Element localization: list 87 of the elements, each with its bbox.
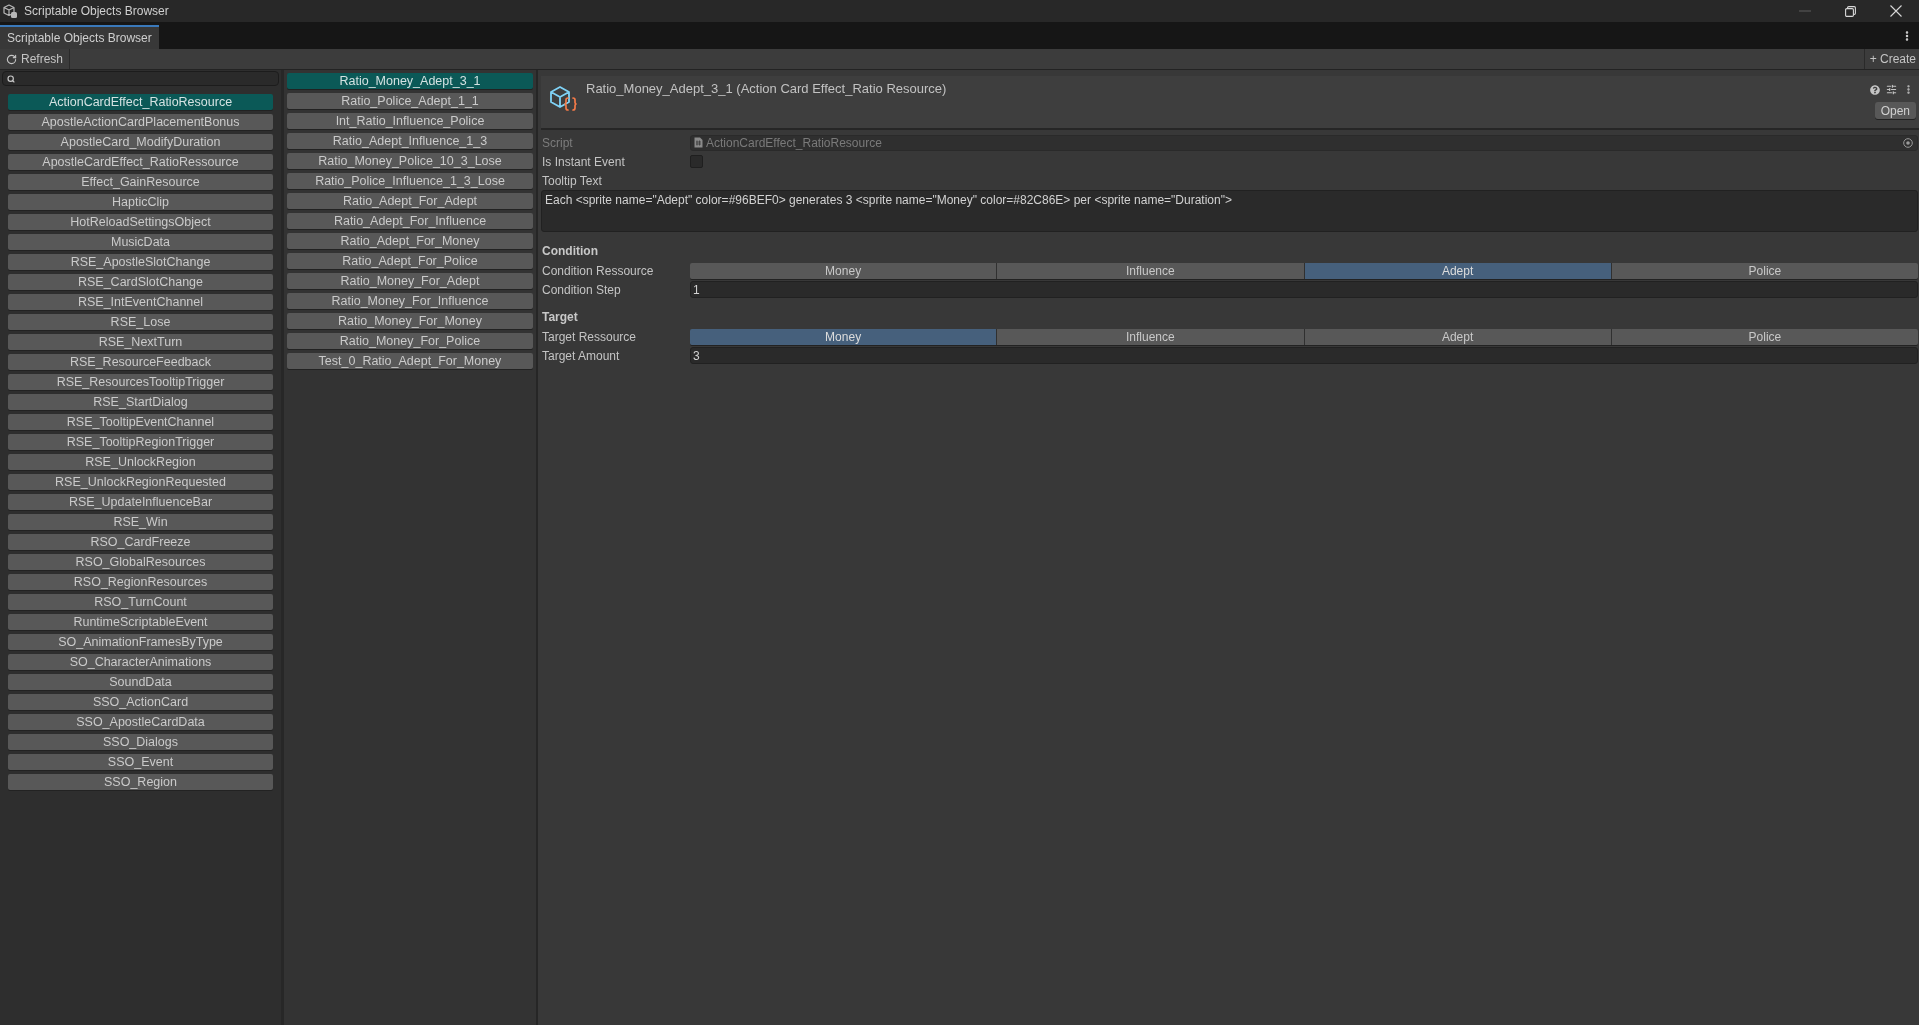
list-item[interactable]: Ratio_Adept_For_Influence [287, 213, 533, 229]
field-label: Is Instant Event [542, 155, 626, 168]
open-button[interactable]: Open [1874, 102, 1916, 119]
list-item[interactable]: Ratio_Adept_For_Adept [287, 193, 533, 209]
field-label: Target Ressource [542, 330, 638, 343]
list-item[interactable]: Ratio_Money_Police_10_3_Lose [287, 153, 533, 169]
cube-icon [3, 4, 17, 18]
list-item[interactable]: RSE_TooltipEventChannel [8, 414, 273, 430]
list-item[interactable]: RSE_StartDialog [8, 394, 273, 410]
sliders-icon[interactable] [1886, 84, 1897, 95]
list-item[interactable]: Effect_GainResource [8, 174, 273, 190]
list-item[interactable]: SSO_Region [8, 774, 273, 790]
list-item[interactable]: HotReloadSettingsObject [8, 214, 273, 230]
list-item[interactable]: RSO_CardFreeze [8, 534, 273, 550]
list-item[interactable]: RSE_ResourceFeedback [8, 354, 273, 370]
list-item[interactable]: ApostleCardEffect_RatioRessource [8, 154, 273, 170]
enum-option[interactable]: Money [690, 262, 998, 279]
list-item[interactable]: RSE_CardSlotChange [8, 274, 273, 290]
refresh-icon [6, 53, 17, 65]
script-file-icon [694, 137, 703, 148]
restore-icon[interactable] [1845, 5, 1856, 17]
list-item[interactable]: RSE_ResourcesTooltipTrigger [8, 374, 273, 390]
refresh-button[interactable]: Refresh [0, 49, 71, 69]
number-field[interactable]: 3 [690, 347, 1918, 364]
tab[interactable]: Scriptable Objects Browser [0, 25, 159, 49]
cube-braces-icon [549, 85, 579, 113]
list-item[interactable]: RSE_TooltipRegionTrigger [8, 434, 273, 450]
list-item[interactable]: RSO_TurnCount [8, 594, 273, 610]
field-label: Script [542, 136, 574, 149]
list-item[interactable]: RSE_UnlockRegion [8, 454, 273, 470]
list-item[interactable]: SO_AnimationFramesByType [8, 634, 273, 650]
list-item[interactable]: RSO_RegionResources [8, 574, 273, 590]
list-item[interactable]: ActionCardEffect_RatioResource [8, 94, 273, 110]
list-item[interactable]: RSE_IntEventChannel [8, 294, 273, 310]
list-item[interactable]: SSO_Dialogs [8, 734, 273, 750]
list-item[interactable]: RSE_Lose [8, 314, 273, 330]
list-item[interactable]: Ratio_Police_Adept_1_1 [287, 93, 533, 109]
list-item[interactable]: Int_Ratio_Influence_Police [287, 113, 533, 129]
list-item[interactable]: Ratio_Money_For_Police [287, 333, 533, 349]
list-item[interactable]: SSO_ActionCard [8, 694, 273, 710]
list-item[interactable]: RSE_UnlockRegionRequested [8, 474, 273, 490]
window-title: Scriptable Objects Browser [24, 5, 169, 17]
list-item[interactable]: ApostleActionCardPlacementBonus [8, 114, 273, 130]
field-label: Condition Ressource [542, 264, 655, 277]
create-button[interactable]: + Create [1863, 49, 1919, 69]
enum-option[interactable]: Influence [997, 262, 1305, 279]
enum-option[interactable]: Adept [1304, 328, 1612, 345]
list-item[interactable]: Ratio_Money_Adept_3_1 [287, 73, 533, 89]
field-label: Tooltip Text [542, 174, 603, 187]
list-item[interactable]: RuntimeScriptableEvent [8, 614, 273, 630]
checkbox[interactable] [690, 155, 703, 168]
enum-option[interactable]: Police [1611, 328, 1918, 345]
list-item[interactable]: RSE_ApostleSlotChange [8, 254, 273, 270]
list-item[interactable]: SSO_Event [8, 754, 273, 770]
list-item[interactable]: Ratio_Adept_For_Money [287, 233, 533, 249]
search-field[interactable] [2, 71, 279, 86]
list-item[interactable]: SSO_ApostleCardData [8, 714, 273, 730]
list-item[interactable]: RSO_GlobalResources [8, 554, 273, 570]
list-item[interactable]: ApostleCard_ModifyDuration [8, 134, 273, 150]
list-item[interactable]: Ratio_Adept_For_Police [287, 253, 533, 269]
list-item[interactable]: Ratio_Money_For_Influence [287, 293, 533, 309]
list-item[interactable]: Ratio_Adept_Influence_1_3 [287, 133, 533, 149]
section-header: Target [542, 310, 578, 323]
enum-option[interactable]: Influence [997, 328, 1305, 345]
list-item[interactable]: HapticClip [8, 194, 273, 210]
inspector-title: Ratio_Money_Adept_3_1 (Action Card Effect_Ratio Resource) [586, 81, 947, 97]
list-item[interactable]: Ratio_Money_For_Money [287, 313, 533, 329]
enum-option[interactable]: Money [690, 328, 998, 345]
list-item[interactable]: RSE_UpdateInfluenceBar [8, 494, 273, 510]
search-icon [7, 74, 15, 83]
list-item[interactable]: SO_CharacterAnimations [8, 654, 273, 670]
section-header: Condition [542, 244, 598, 257]
list-item[interactable]: RSE_Win [8, 514, 273, 530]
list-item[interactable]: SoundData [8, 674, 273, 690]
help-icon[interactable] [1870, 84, 1880, 95]
number-field[interactable]: 1 [690, 281, 1918, 298]
field-label: Condition Step [542, 283, 622, 296]
enum-option[interactable]: Police [1611, 262, 1918, 279]
list-item[interactable]: MusicData [8, 234, 273, 250]
close-icon[interactable] [1890, 5, 1902, 17]
field-label: Target Amount [542, 349, 621, 362]
list-item[interactable]: Test_0_Ratio_Adept_For_Money [287, 353, 533, 369]
text-area[interactable]: Each <sprite name="Adept" color=#96BEF0> generates 3 <sprite name="Money" color=#82C86E> per <sprite name="Duration"> [541, 190, 1918, 232]
list-item[interactable]: Ratio_Police_Influence_1_3_Lose [287, 173, 533, 189]
list-item[interactable]: RSE_NextTurn [8, 334, 273, 350]
list-item[interactable]: Ratio_Money_For_Adept [287, 273, 533, 289]
enum-option[interactable]: Adept [1304, 262, 1612, 279]
